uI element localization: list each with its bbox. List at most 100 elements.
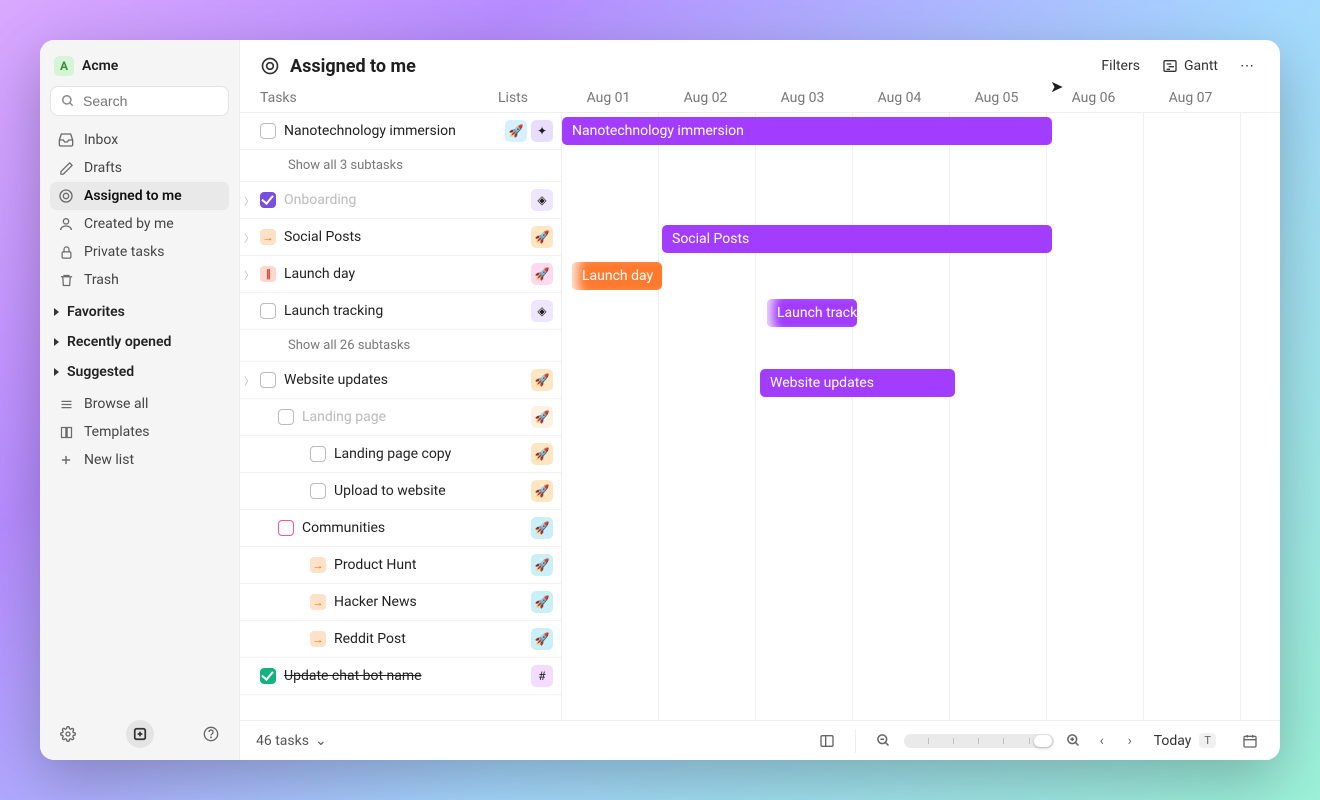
gantt-bar[interactable]: Nanotechnology immersion bbox=[562, 117, 1052, 145]
gantt-bar[interactable]: Social Posts bbox=[662, 225, 1052, 253]
sidebar-link-new-list[interactable]: New list bbox=[50, 446, 229, 474]
list-tag[interactable]: 🚀 bbox=[531, 226, 553, 248]
filters-button[interactable]: Filters bbox=[1095, 54, 1146, 78]
task-checkbox[interactable] bbox=[278, 520, 294, 536]
section-suggested[interactable]: Suggested bbox=[50, 354, 229, 384]
collapse-sidebar-button[interactable] bbox=[813, 727, 841, 755]
next-button[interactable]: › bbox=[1116, 727, 1144, 755]
task-row[interactable]: 〉 Onboarding◈ bbox=[240, 182, 561, 219]
task-row[interactable]: 〉 Launch day🚀 bbox=[240, 256, 561, 293]
zoom-slider[interactable] bbox=[904, 734, 1054, 748]
search-box[interactable] bbox=[50, 86, 229, 116]
task-row[interactable]: Product Hunt🚀 bbox=[240, 547, 561, 584]
expand-icon[interactable]: 〉 bbox=[240, 193, 258, 208]
task-row[interactable]: Reddit Post🚀 bbox=[240, 621, 561, 658]
more-button[interactable]: ⋯ bbox=[1234, 54, 1260, 78]
zoom-in-button[interactable] bbox=[1060, 727, 1088, 755]
search-input[interactable] bbox=[83, 93, 218, 109]
view-switcher[interactable]: Gantt bbox=[1156, 54, 1224, 78]
show-subtasks-link[interactable]: Show all 3 subtasks bbox=[240, 150, 561, 182]
expand-icon[interactable]: 〉 bbox=[240, 373, 258, 388]
gantt-bar[interactable]: Website updates bbox=[760, 369, 955, 397]
sidebar-item-drafts[interactable]: Drafts bbox=[50, 154, 229, 182]
gantt-bar[interactable]: Launch tracking bbox=[767, 299, 857, 327]
task-checkbox[interactable] bbox=[278, 409, 294, 425]
gantt-bar[interactable]: Launch day bbox=[572, 262, 662, 290]
task-row[interactable]: Upload to website🚀 bbox=[240, 473, 561, 510]
list-tag[interactable]: 🚀 bbox=[531, 591, 553, 613]
sidebar-link-templates[interactable]: Templates bbox=[50, 418, 229, 446]
page-title: Assigned to me bbox=[260, 56, 416, 77]
help-button[interactable] bbox=[197, 720, 225, 748]
chevron-right-icon bbox=[54, 338, 59, 346]
task-checkbox[interactable] bbox=[310, 557, 326, 573]
gantt-chart[interactable]: Nanotechnology immersionSocial PostsLaun… bbox=[562, 113, 1280, 720]
target-icon bbox=[260, 56, 280, 76]
task-name: Onboarding bbox=[284, 192, 527, 208]
task-row[interactable]: Landing page copy🚀 bbox=[240, 436, 561, 473]
task-checkbox[interactable] bbox=[260, 229, 276, 245]
calendar-button[interactable] bbox=[1236, 727, 1264, 755]
task-count[interactable]: 46 tasks⌄ bbox=[256, 733, 327, 749]
list-tag[interactable]: 🚀 bbox=[505, 120, 527, 142]
task-checkbox[interactable] bbox=[260, 123, 276, 139]
task-checkbox[interactable] bbox=[310, 594, 326, 610]
list-tag[interactable]: ◈ bbox=[531, 300, 553, 322]
task-checkbox[interactable] bbox=[310, 446, 326, 462]
zoom-out-button[interactable] bbox=[870, 727, 898, 755]
list-tag[interactable]: ✦ bbox=[531, 120, 553, 142]
task-row[interactable]: Nanotechnology immersion🚀✦ bbox=[240, 113, 561, 150]
chevron-right-icon bbox=[54, 308, 59, 316]
task-checkbox[interactable] bbox=[260, 266, 276, 282]
toolbar: Assigned to me Filters Gantt ⋯ bbox=[240, 40, 1280, 90]
chevron-right-icon bbox=[54, 368, 59, 376]
task-name: Upload to website bbox=[334, 483, 527, 499]
task-row[interactable]: Launch tracking◈ bbox=[240, 293, 561, 330]
list-tag[interactable]: ◈ bbox=[531, 189, 553, 211]
list-tag[interactable]: 🚀 bbox=[531, 554, 553, 576]
show-subtasks-link[interactable]: Show all 26 subtasks bbox=[240, 330, 561, 362]
section-recently-opened[interactable]: Recently opened bbox=[50, 324, 229, 354]
task-checkbox[interactable] bbox=[260, 303, 276, 319]
today-button[interactable]: TodayT bbox=[1154, 733, 1216, 749]
task-name: Update chat bot name bbox=[284, 668, 527, 684]
user-icon bbox=[58, 216, 74, 232]
task-row[interactable]: Hacker News🚀 bbox=[240, 584, 561, 621]
target-icon bbox=[58, 188, 74, 204]
list-tag[interactable]: 🚀 bbox=[531, 517, 553, 539]
task-name: Launch day bbox=[284, 266, 527, 282]
task-row[interactable]: 〉 Social Posts🚀 bbox=[240, 219, 561, 256]
list-tag[interactable]: 🚀 bbox=[531, 406, 553, 428]
sidebar-item-inbox[interactable]: Inbox bbox=[50, 126, 229, 154]
task-row[interactable]: Update chat bot name# bbox=[240, 658, 561, 695]
sidebar-item-trash[interactable]: Trash bbox=[50, 266, 229, 294]
workspace-switcher[interactable]: A Acme bbox=[50, 54, 229, 86]
settings-button[interactable] bbox=[54, 720, 82, 748]
list-tag[interactable]: 🚀 bbox=[531, 628, 553, 650]
task-row[interactable]: Communities🚀 bbox=[240, 510, 561, 547]
sidebar-link-browse-all[interactable]: Browse all bbox=[50, 390, 229, 418]
task-row[interactable]: 〉Website updates🚀 bbox=[240, 362, 561, 399]
expand-icon[interactable]: 〉 bbox=[240, 267, 258, 282]
task-name: Social Posts bbox=[284, 229, 527, 245]
task-row[interactable]: Landing page🚀 bbox=[240, 399, 561, 436]
prev-button[interactable]: ‹ bbox=[1088, 727, 1116, 755]
task-checkbox[interactable] bbox=[260, 668, 276, 684]
task-checkbox[interactable] bbox=[260, 372, 276, 388]
list-icon bbox=[58, 396, 74, 412]
book-icon bbox=[58, 424, 74, 440]
list-tag[interactable]: 🚀 bbox=[531, 369, 553, 391]
sidebar-item-created[interactable]: Created by me bbox=[50, 210, 229, 238]
list-tag[interactable]: 🚀 bbox=[531, 480, 553, 502]
task-checkbox[interactable] bbox=[310, 483, 326, 499]
expand-icon[interactable]: 〉 bbox=[240, 230, 258, 245]
new-task-button[interactable] bbox=[126, 720, 154, 748]
list-tag[interactable]: 🚀 bbox=[531, 443, 553, 465]
section-favorites[interactable]: Favorites bbox=[50, 294, 229, 324]
sidebar-item-private[interactable]: Private tasks bbox=[50, 238, 229, 266]
task-checkbox[interactable] bbox=[260, 192, 276, 208]
task-checkbox[interactable] bbox=[310, 631, 326, 647]
list-tag[interactable]: 🚀 bbox=[531, 263, 553, 285]
sidebar-item-assigned[interactable]: Assigned to me bbox=[50, 182, 229, 210]
list-tag[interactable]: # bbox=[531, 665, 553, 687]
